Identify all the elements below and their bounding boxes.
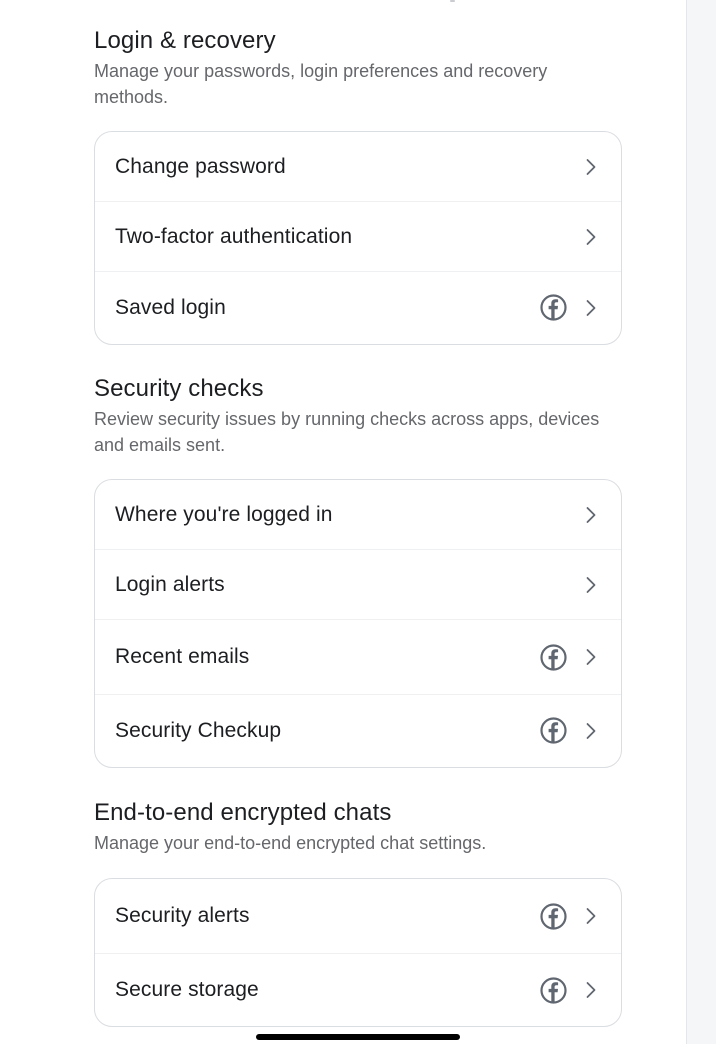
secure-storage-row[interactable]: Secure storage — [95, 953, 621, 1026]
change-password-row[interactable]: Change password — [95, 132, 621, 201]
security-checks-title: Security checks — [94, 375, 264, 402]
chevron-right-icon — [585, 907, 597, 925]
security-alerts-label: Security alerts — [115, 904, 250, 927]
side-panel-edge — [686, 0, 716, 1044]
facebook-icon — [540, 976, 567, 1004]
chevron-right-icon — [585, 722, 597, 740]
login-recovery-title: Login & recovery — [94, 27, 276, 54]
security-checkup-label: Security Checkup — [115, 718, 282, 742]
facebook-icon — [540, 294, 567, 321]
settings-content: Login & recovery Manage your passwords, … — [0, 0, 686, 1044]
chevron-right-icon — [585, 158, 597, 176]
two-factor-authentication-row[interactable]: Two-factor authentication — [95, 201, 621, 271]
facebook-icon — [540, 717, 567, 744]
e2ee-chats-card: Security alerts Secure storage — [94, 878, 622, 1027]
login-recovery-header: Login & recovery Manage your passwords, … — [94, 26, 622, 110]
home-indicator[interactable] — [256, 1034, 460, 1040]
login-alerts-row[interactable]: Login alerts — [95, 549, 621, 619]
e2ee-chats-title: End-to-end encrypted chats — [94, 799, 392, 826]
recent-emails-label: Recent emails — [115, 645, 250, 668]
security-checkup-row[interactable]: Security Checkup — [95, 694, 621, 766]
where-logged-in-row[interactable]: Where you're logged in — [95, 480, 621, 549]
login-alerts-label: Login alerts — [115, 572, 225, 596]
security-checks-header: Security checks Review security issues b… — [94, 374, 622, 458]
recent-emails-row[interactable]: Recent emails — [95, 619, 621, 694]
where-logged-in-label: Where you're logged in — [115, 502, 333, 526]
saved-login-label: Saved login — [115, 295, 226, 319]
chevron-right-icon — [585, 648, 597, 666]
facebook-icon — [540, 902, 567, 930]
change-password-label: Change password — [115, 154, 286, 178]
e2ee-chats-header: End-to-end encrypted chats Manage your e… — [94, 798, 622, 856]
secure-storage-label: Secure storage — [115, 978, 259, 1001]
facebook-icon — [540, 643, 567, 671]
security-checks-description: Review security issues by running checks… — [94, 409, 600, 455]
chevron-right-icon — [585, 576, 597, 594]
e2ee-chats-description: Manage your end-to-end encrypted chat se… — [94, 833, 487, 853]
security-checks-card: Where you're logged in Login alerts Rece… — [94, 479, 622, 768]
login-recovery-card: Change password Two-factor authenticatio… — [94, 131, 622, 345]
two-factor-authentication-label: Two-factor authentication — [115, 224, 353, 248]
security-alerts-row[interactable]: Security alerts — [95, 879, 621, 953]
saved-login-row[interactable]: Saved login — [95, 271, 621, 343]
chevron-right-icon — [585, 228, 597, 246]
login-recovery-description: Manage your passwords, login preferences… — [94, 61, 548, 107]
scroll-indicator — [450, 0, 455, 2]
chevron-right-icon — [585, 299, 597, 317]
chevron-right-icon — [585, 506, 597, 524]
chevron-right-icon — [585, 981, 597, 999]
